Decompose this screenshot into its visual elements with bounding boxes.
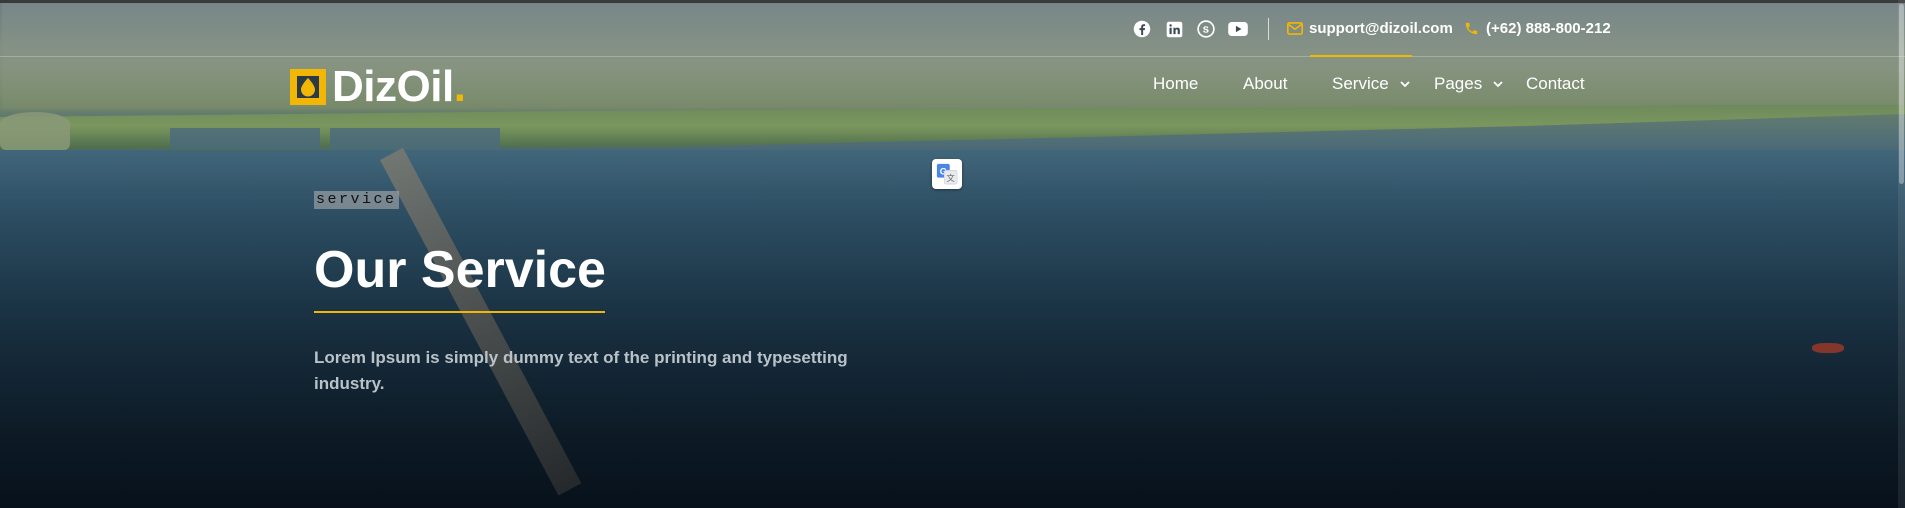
- linkedin-icon[interactable]: [1164, 19, 1184, 39]
- skype-icon[interactable]: [1196, 19, 1216, 39]
- page-title: Our Service: [314, 241, 606, 299]
- nav-active-indicator: [1310, 55, 1412, 57]
- chevron-down-icon[interactable]: [1399, 78, 1411, 90]
- nav-service[interactable]: Service: [1332, 74, 1411, 94]
- hero-description: Lorem Ipsum is simply dummy text of the …: [314, 348, 848, 393]
- nav-home[interactable]: Home: [1153, 74, 1198, 94]
- phone-contact[interactable]: (+62) 888-800-212: [1464, 20, 1611, 37]
- phone-text[interactable]: (+62) 888-800-212: [1486, 20, 1611, 37]
- top-bar: support@dizoil.com (+62) 888-800-212: [0, 0, 1905, 57]
- title-underline: [314, 311, 605, 313]
- topbar-divider: [1268, 18, 1269, 40]
- envelope-icon: [1287, 21, 1303, 37]
- background-pond: [330, 128, 500, 148]
- oil-drop-logo-icon: [290, 69, 326, 105]
- phone-icon: [1464, 21, 1480, 37]
- google-translate-icon[interactable]: G 文: [932, 159, 962, 189]
- nav-contact-label[interactable]: Contact: [1526, 74, 1585, 94]
- youtube-icon[interactable]: [1228, 19, 1248, 39]
- chevron-down-icon[interactable]: [1492, 78, 1504, 90]
- background-tank: [0, 112, 70, 150]
- nav-about-label[interactable]: About: [1243, 74, 1287, 94]
- nav-about[interactable]: About: [1243, 74, 1287, 94]
- nav-contact[interactable]: Contact: [1526, 74, 1585, 94]
- nav-pages[interactable]: Pages: [1434, 74, 1504, 94]
- scrollbar-thumb[interactable]: [1899, 4, 1904, 184]
- background-pond: [170, 128, 320, 148]
- section-eyebrow: service: [314, 191, 399, 209]
- site-logo[interactable]: DizOil.: [290, 62, 466, 112]
- background-boat: [1812, 343, 1844, 353]
- email-contact[interactable]: support@dizoil.com: [1287, 20, 1453, 37]
- background-water: [0, 150, 1905, 508]
- nav-pages-label[interactable]: Pages: [1434, 74, 1482, 94]
- hero-banner: support@dizoil.com (+62) 888-800-212 Diz…: [0, 0, 1905, 508]
- svg-text:文: 文: [947, 173, 955, 183]
- logo-text: DizOil.: [332, 62, 466, 111]
- nav-home-label[interactable]: Home: [1153, 74, 1198, 94]
- nav-service-label[interactable]: Service: [1332, 74, 1389, 94]
- page-scrollbar[interactable]: [1898, 0, 1905, 508]
- facebook-icon[interactable]: [1132, 19, 1152, 39]
- social-links: [1132, 19, 1260, 39]
- email-text[interactable]: support@dizoil.com: [1309, 20, 1453, 37]
